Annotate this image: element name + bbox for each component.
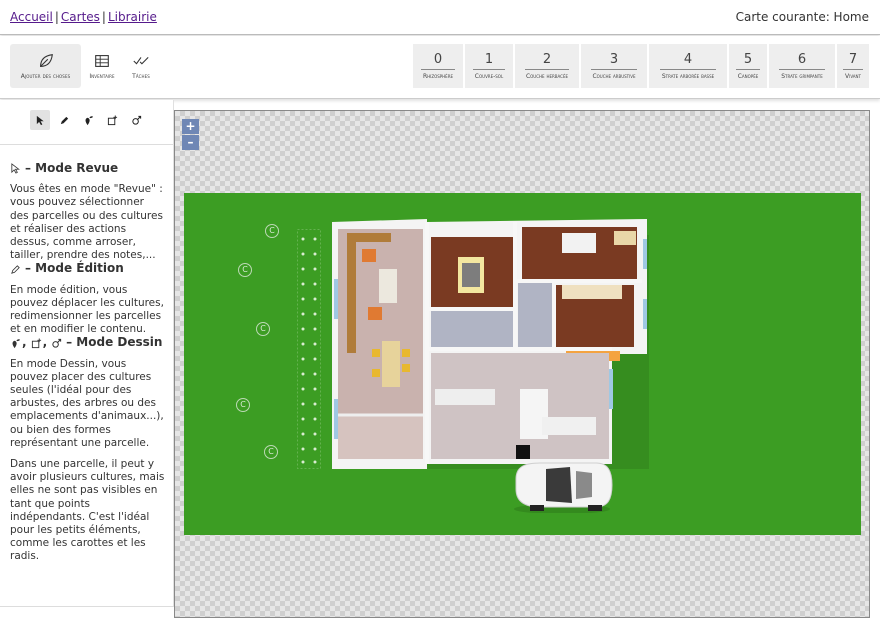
house-floorplan-image[interactable] <box>332 219 649 469</box>
crop-marker[interactable]: C <box>265 224 279 238</box>
mode-tools <box>30 110 150 130</box>
crop-marker[interactable]: C <box>236 398 250 412</box>
breadcrumb-separator: | <box>54 10 59 24</box>
layer-divider <box>524 68 570 70</box>
layer-name: Couche arbustive <box>592 72 636 80</box>
animal-icon <box>131 115 141 125</box>
checkmarks-icon <box>133 57 149 65</box>
breadcrumb: Accueil | Cartes | Librairie <box>10 10 157 24</box>
draw-plant-button[interactable] <box>78 110 98 130</box>
toolbar: Ajouter des choses Inventaire Tâches 0 R… <box>0 36 880 99</box>
draw-shape-button[interactable] <box>102 110 122 130</box>
sidebar: – Mode Revue Vous êtes en mode "Revue" :… <box>0 100 174 607</box>
inventory-label: Inventaire <box>89 73 115 80</box>
layer-2-button[interactable]: 2 Couche herbacée <box>515 44 579 88</box>
crop-marker[interactable]: C <box>256 322 270 336</box>
layer-name: Canopée <box>737 72 759 80</box>
crop-marker[interactable]: C <box>264 445 278 459</box>
layer-number: 4 <box>683 51 693 67</box>
layer-number: 3 <box>609 51 619 67</box>
layer-divider <box>473 68 505 70</box>
layer-1-button[interactable]: 1 Couvre-sol <box>465 44 513 88</box>
top-nav: Accueil | Cartes | Librairie Carte courante:… <box>0 0 880 35</box>
layer-divider <box>590 68 638 70</box>
draw-mode-heading: , , – Mode Dessin <box>10 336 165 349</box>
divider <box>0 606 174 607</box>
layer-number: 7 <box>848 51 858 67</box>
layer-number: 1 <box>484 51 494 67</box>
add-shape-icon <box>107 114 117 125</box>
edit-mode-button[interactable] <box>54 110 74 130</box>
layer-name: Strate grimpante <box>781 72 823 80</box>
layer-divider <box>660 68 716 70</box>
layer-0-button[interactable]: 0 Rhizosphère <box>413 44 463 88</box>
layer-name: Vivant <box>845 72 861 80</box>
pencil-icon <box>60 116 68 124</box>
layer-divider <box>736 68 760 70</box>
zoom-in-button[interactable]: + <box>182 119 199 134</box>
layer-divider <box>778 68 826 70</box>
layer-7-button[interactable]: 7 Vivant <box>837 44 869 88</box>
review-mode-title: – Mode Revue <box>25 161 119 175</box>
review-mode-heading: – Mode Revue <box>10 161 165 175</box>
draw-mode-title: – Mode Dessin <box>66 335 163 350</box>
tasks-button[interactable]: Tâches <box>123 44 159 88</box>
layer-4-button[interactable]: 4 Strate arborée basse <box>649 44 727 88</box>
layer-name: Couche herbacée <box>525 72 569 80</box>
edit-mode-heading: – Mode Édition <box>10 262 165 275</box>
layer-divider <box>843 68 863 70</box>
divider <box>0 144 173 145</box>
plant-pin-icon <box>12 338 21 348</box>
zoom-out-button[interactable]: – <box>182 135 199 150</box>
layer-number: 0 <box>433 51 443 67</box>
current-map-label: Carte courante: Home <box>735 10 869 24</box>
layer-name: Strate arborée basse <box>661 72 715 80</box>
layer-3-button[interactable]: 3 Couche arbustive <box>581 44 647 88</box>
add-things-label: Ajouter des choses <box>20 73 71 80</box>
plant-pin-icon <box>85 115 93 125</box>
edit-mode-text: En mode édition, vous pouvez déplacer le… <box>10 283 164 336</box>
edit-mode-title: – Mode Édition <box>25 261 124 276</box>
action-buttons: Ajouter des choses Inventaire Tâches <box>10 44 159 88</box>
layer-divider <box>421 68 455 70</box>
layer-name: Couvre-sol <box>474 72 504 80</box>
lawn-area[interactable]: C C C C C <box>184 193 861 535</box>
pencil-icon <box>11 264 20 274</box>
crop-marker[interactable]: C <box>238 263 252 277</box>
layer-number: 6 <box>797 51 807 67</box>
breadcrumb-library-link[interactable]: Librairie <box>108 10 157 24</box>
cursor-icon <box>11 163 20 174</box>
layer-6-button[interactable]: 6 Strate grimpante <box>769 44 835 88</box>
breadcrumb-maps-link[interactable]: Cartes <box>61 10 100 24</box>
table-icon <box>95 55 109 67</box>
review-mode-button[interactable] <box>30 110 50 130</box>
draw-animal-button[interactable] <box>126 110 146 130</box>
layer-selector: 0 Rhizosphère 1 Couvre-sol 2 Couche herb… <box>411 44 869 88</box>
help-panel: – Mode Revue Vous êtes en mode "Revue" :… <box>10 161 165 564</box>
layer-number: 2 <box>542 51 552 67</box>
cursor-icon <box>36 115 44 125</box>
car-image[interactable] <box>510 459 614 513</box>
zoom-controls: + – <box>182 119 199 151</box>
comma: , <box>42 335 48 350</box>
layer-number: 5 <box>743 51 753 67</box>
breadcrumb-separator: | <box>101 10 106 24</box>
inventory-button[interactable]: Inventaire <box>81 44 123 88</box>
comma: , <box>22 335 27 350</box>
review-mode-text: Vous êtes en mode "Revue" : vous pouvez … <box>10 183 163 262</box>
layer-name: Rhizosphère <box>422 72 454 80</box>
parcel-text: Dans une parcelle, il peut y avoir plusi… <box>10 458 165 563</box>
animal-icon <box>52 338 62 348</box>
planting-row[interactable] <box>297 229 321 469</box>
breadcrumb-home-link[interactable]: Accueil <box>10 10 53 24</box>
add-things-button[interactable]: Ajouter des choses <box>10 44 81 88</box>
tasks-label: Tâches <box>132 73 150 80</box>
draw-mode-text: En mode Dessin, vous pouvez placer des c… <box>10 357 164 449</box>
layer-5-button[interactable]: 5 Canopée <box>729 44 767 88</box>
map-canvas[interactable]: C C C C C + – <box>174 110 870 618</box>
add-shape-icon <box>31 337 41 348</box>
leaf-icon <box>39 54 53 67</box>
